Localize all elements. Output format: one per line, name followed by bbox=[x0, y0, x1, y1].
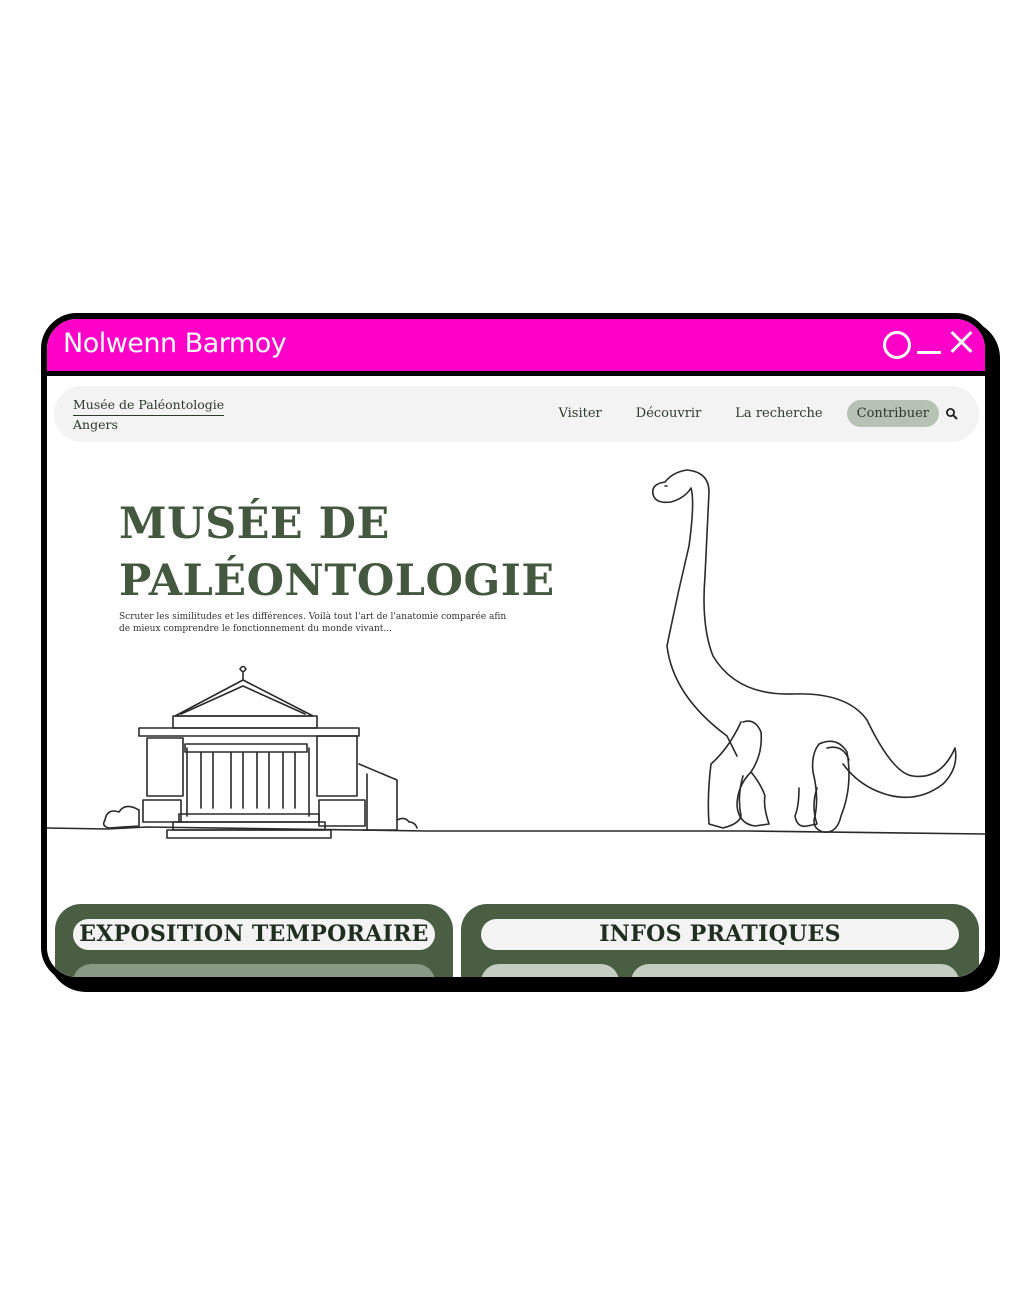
maximize-icon[interactable] bbox=[883, 331, 911, 359]
infos-title: INFOS PRATIQUES bbox=[481, 919, 959, 950]
minimize-icon[interactable] bbox=[917, 351, 941, 354]
exposition-card[interactable]: EXPOSITION TEMPORAIRE bbox=[55, 904, 453, 977]
dinosaur-icon bbox=[651, 469, 957, 833]
title-bar: Nolwenn Barmoy bbox=[47, 319, 985, 376]
infos-card[interactable]: INFOS PRATIQUES bbox=[461, 904, 979, 977]
exposition-content bbox=[73, 964, 435, 977]
infos-hours-pill[interactable] bbox=[631, 964, 959, 977]
museum-building-icon bbox=[102, 665, 418, 839]
window-title: Nolwenn Barmoy bbox=[63, 328, 287, 359]
line-art-illustration bbox=[47, 469, 985, 839]
infos-access-pill[interactable] bbox=[481, 964, 619, 977]
close-icon[interactable] bbox=[949, 329, 975, 355]
app-window: Nolwenn Barmoy Musée de Paléontologie An… bbox=[41, 313, 991, 983]
exposition-title: EXPOSITION TEMPORAIRE bbox=[73, 919, 435, 950]
page-content: Musée de Paléontologie Angers Visiter Dé… bbox=[47, 376, 985, 977]
